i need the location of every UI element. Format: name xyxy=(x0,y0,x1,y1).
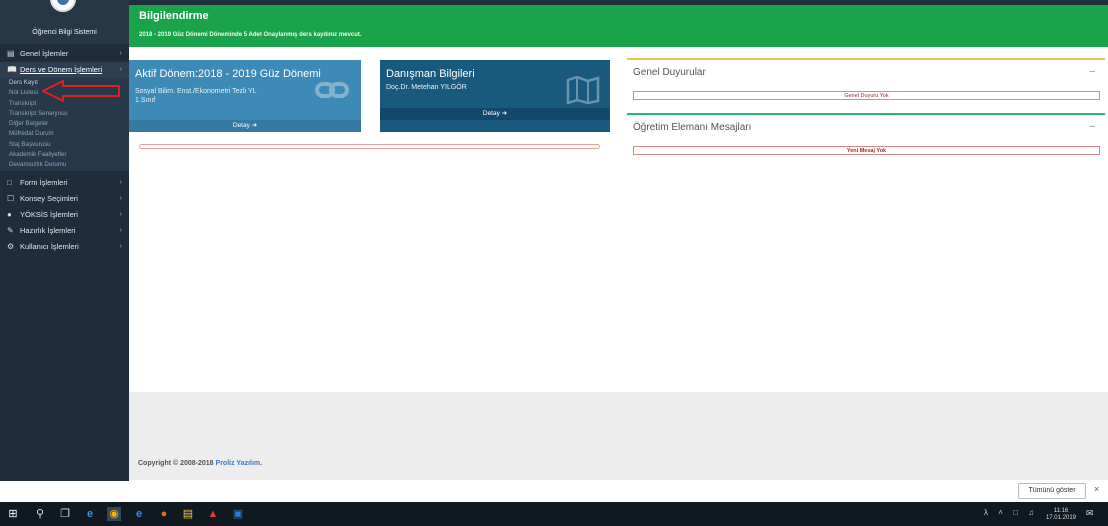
banner-message: 2018 - 2019 Güz Dönemi Döneminde 5 Adet … xyxy=(139,32,362,38)
app-name: Öğrenci Bilgi Sistemi xyxy=(32,29,97,36)
chevron-right-icon: › xyxy=(119,242,122,250)
book-icon: 📖 xyxy=(7,65,17,74)
system-tray[interactable]: λ ˄ □ ♫ xyxy=(984,508,1038,517)
submenu-item-staj-basvurusu[interactable]: Staj Başvurusu xyxy=(0,140,129,150)
advisor-detail-link[interactable]: Detay ➜ xyxy=(380,108,610,120)
form-icon: □ xyxy=(7,177,12,187)
ballot-icon: ☐ xyxy=(7,193,15,203)
collapse-button[interactable]: – xyxy=(1089,66,1095,77)
list-icon: ▤ xyxy=(7,49,15,58)
active-term-card: Aktif Dönem:2018 - 2019 Güz Dönemi Sosya… xyxy=(129,60,361,132)
submenu-item-mufredat-durum[interactable]: Müfredat Durum xyxy=(0,129,129,139)
chevron-right-icon: › xyxy=(119,50,122,57)
collapse-button[interactable]: – xyxy=(1089,121,1095,132)
copyright: Copyright © 2008-2018 Proliz Yazılım. xyxy=(138,460,262,467)
arrow-circle-right-icon: ➜ xyxy=(501,110,508,117)
advisor-card: Danışman Bilgileri Doç.Dr. Metehan YILGÖ… xyxy=(380,60,610,132)
chevron-right-icon: › xyxy=(119,210,122,218)
advisor-detail-label: Detay xyxy=(482,110,500,117)
prep-icon: ✎ xyxy=(7,225,14,235)
clock-time: 11:16 xyxy=(1053,508,1069,514)
acrobat-icon[interactable]: ▲ xyxy=(206,507,220,521)
term-card-title: Aktif Dönem:2018 - 2019 Güz Dönemi xyxy=(135,68,321,80)
empty-notice-bar xyxy=(139,144,600,149)
info-banner: Bilgilendirme 2018 - 2019 Güz Dönemi Dön… xyxy=(129,5,1108,47)
submenu-item-devamsizlik-durumu[interactable]: Devamsızlık Durumu xyxy=(0,160,129,170)
notification-icon[interactable]: ✉ xyxy=(1086,508,1098,520)
sidebar-item-yoksis-islemleri[interactable]: ● YÖKSİS İşlemleri › xyxy=(0,207,129,223)
sidebar-item-label: Konsey Seçimleri xyxy=(20,193,78,203)
copyright-text: Copyright © 2008-2018 xyxy=(138,460,216,467)
word-icon[interactable]: ▣ xyxy=(231,507,245,521)
chevron-right-icon: › xyxy=(119,194,122,202)
sidebar-item-label: Form İşlemleri xyxy=(20,177,68,187)
sidebar: Öğrenci Bilgi Sistemi ▤ Genel İşlemler ›… xyxy=(0,0,129,481)
submenu-item-diger-belgeler[interactable]: Diğer Belgeler xyxy=(0,119,129,129)
edge-icon[interactable]: e xyxy=(83,507,97,521)
user-gear-icon: ⚙ xyxy=(7,241,15,251)
advisor-card-title: Danışman Bilgileri xyxy=(386,68,475,80)
sidebar-item-label: Genel İşlemler xyxy=(20,49,69,58)
link-icon xyxy=(315,82,349,98)
task-view-icon[interactable]: ❐ xyxy=(58,507,72,521)
announcements-empty: Genel Duyuru Yok xyxy=(633,91,1100,100)
chevron-right-icon: › xyxy=(119,226,122,234)
chevron-right-icon: › xyxy=(119,178,122,186)
sidebar-item-konsey-secimleri[interactable]: ☐ Konsey Seçimleri › xyxy=(0,191,129,207)
sidebar-item-form-islemleri[interactable]: □ Form İşlemleri › xyxy=(0,175,129,191)
sidebar-item-ders-donem[interactable]: 📖 Ders ve Dönem İşlemleri › xyxy=(0,62,129,78)
messages-empty: Yeni Mesaj Yok xyxy=(633,146,1100,155)
sidebar-item-genel-islemler[interactable]: ▤ Genel İşlemler › xyxy=(0,46,129,62)
show-all-button[interactable]: Tümünü göster xyxy=(1018,483,1086,499)
announcements-panel: Genel Duyurular – Genel Duyuru Yok xyxy=(627,58,1105,110)
close-icon[interactable]: × xyxy=(1094,484,1099,494)
messages-panel: Öğretim Elemanı Mesajları – Yeni Mesaj Y… xyxy=(627,113,1105,165)
clock-date: 17.01.2019 xyxy=(1045,515,1076,521)
submenu-item-akademik-faaliyetler[interactable]: Akademik Faaliyetler xyxy=(0,150,129,160)
term-card-class: 1.Sınıf xyxy=(135,97,156,104)
sidebar-item-label: Hazırlık İşlemleri xyxy=(20,225,76,235)
file-explorer-icon[interactable]: ▤ xyxy=(181,507,195,521)
banner-title: Bilgilendirme xyxy=(139,10,209,22)
sidebar-item-hazirlik-islemleri[interactable]: ✎ Hazırlık İşlemleri › xyxy=(0,223,129,239)
clock[interactable]: 11:16 17.01.2019 xyxy=(1046,508,1076,522)
annotation-arrow xyxy=(42,80,120,102)
messages-title: Öğretim Elemanı Mesajları xyxy=(633,122,752,133)
university-logo[interactable] xyxy=(50,0,76,12)
windows-start-icon[interactable]: ⊞ xyxy=(6,507,20,521)
users-icon: ● xyxy=(7,209,12,219)
announcements-title: Genel Duyurular xyxy=(633,67,706,78)
sidebar-header: Öğrenci Bilgi Sistemi xyxy=(0,0,129,44)
sidebar-item-label: Ders ve Dönem İşlemleri xyxy=(20,65,103,74)
firefox-icon[interactable]: ● xyxy=(157,507,171,521)
map-icon xyxy=(566,76,600,104)
advisor-name: Doç.Dr. Metehan YILGÖR xyxy=(386,84,467,91)
arrow-circle-right-icon: ➜ xyxy=(251,122,258,129)
search-icon[interactable]: ⚲ xyxy=(33,507,47,521)
term-detail-link[interactable]: Detay ➜ xyxy=(129,120,361,132)
term-card-program: Sosyal Bilim. Enst./Ekonometri Tezli YL xyxy=(135,88,257,95)
chrome-icon[interactable]: ◉ xyxy=(107,507,121,521)
submenu-item-transkript-senaryosu[interactable]: Transkript Senaryosu xyxy=(0,109,129,119)
footer-area xyxy=(129,392,1108,480)
brand-link[interactable]: Proliz Yazılım. xyxy=(216,460,263,467)
sidebar-item-label: Kullanıcı İşlemleri xyxy=(20,241,79,251)
sidebar-item-kullanici-islemleri[interactable]: ⚙ Kullanıcı İşlemleri › xyxy=(0,239,129,255)
term-detail-label: Detay xyxy=(232,122,250,129)
download-bar xyxy=(0,481,1108,499)
ie-icon[interactable]: e xyxy=(132,507,146,521)
taskbar: ⊞ ⚲ ❐ e ◉ e ● ▤ ▲ ▣ λ ˄ □ ♫ 11:16 17.01.… xyxy=(0,502,1108,526)
chevron-down-icon: › xyxy=(119,66,122,73)
sidebar-item-label: YÖKSİS İşlemleri xyxy=(20,209,78,219)
